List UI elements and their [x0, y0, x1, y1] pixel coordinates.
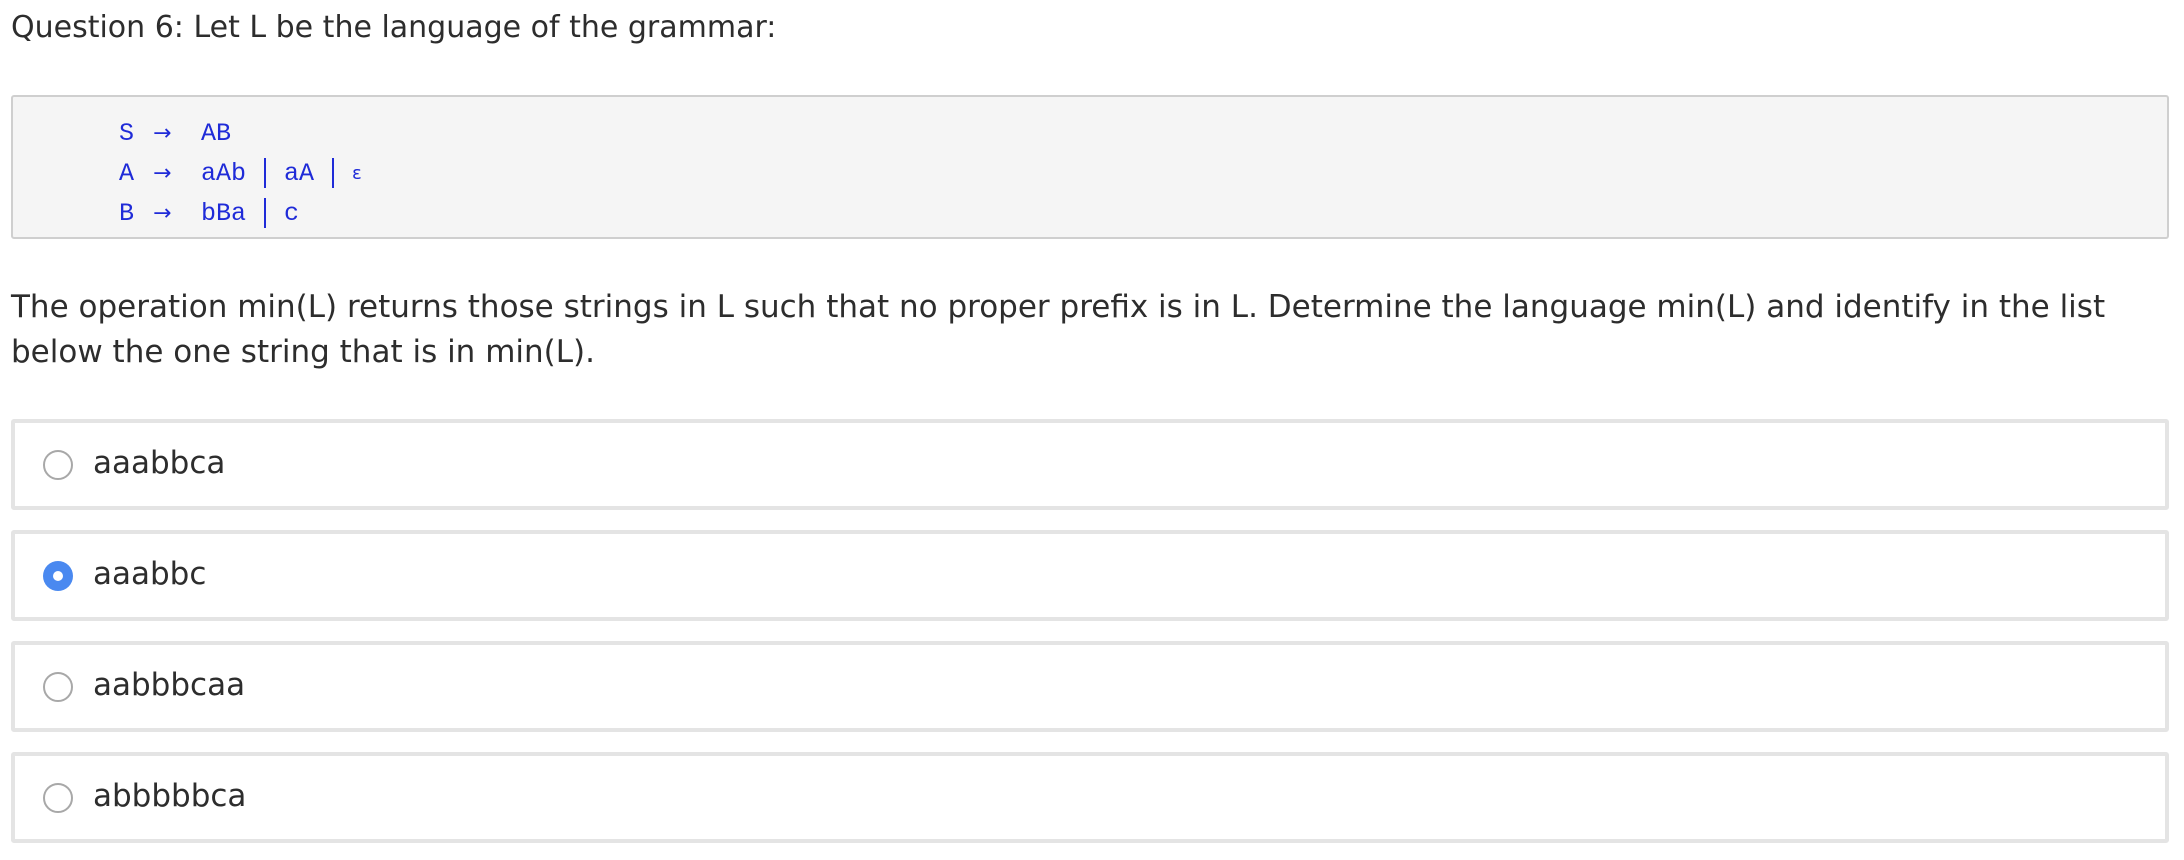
alternative-separator	[264, 158, 267, 188]
production-alternative: bBa	[201, 198, 247, 228]
arrow-icon: →	[153, 200, 172, 226]
answer-option-label: abbbbbca	[93, 778, 247, 814]
production-row: A → aAb aA ε	[119, 153, 362, 193]
answer-option-4[interactable]: abbbbbca	[11, 752, 2169, 843]
grammar-code-block: S → AB A → aAb aA ε B → bBa c	[11, 95, 2169, 239]
production-lhs: B	[119, 198, 135, 228]
production-alternative: aA	[284, 158, 315, 188]
radio-button[interactable]	[43, 672, 73, 702]
production-row: B → bBa c	[119, 193, 362, 233]
arrow-icon: →	[153, 160, 172, 186]
alternative-separator	[332, 158, 335, 188]
question-prompt: The operation min(L) returns those strin…	[11, 289, 2106, 370]
production-lhs: S	[119, 118, 135, 148]
answer-option-label: aabbbcaa	[93, 667, 246, 703]
arrow-icon: →	[153, 120, 172, 146]
answer-option-3[interactable]: aabbbcaa	[11, 641, 2169, 732]
grammar-productions: S → AB A → aAb aA ε B → bBa c	[119, 113, 362, 233]
radio-button[interactable]	[43, 783, 73, 813]
alternative-separator	[264, 198, 267, 228]
radio-button-selected[interactable]	[43, 561, 73, 591]
radio-button[interactable]	[43, 450, 73, 480]
production-lhs: A	[119, 158, 135, 188]
production-alternative-epsilon: ε	[352, 162, 362, 184]
question-title: Question 6: Let L be the language of the…	[11, 10, 777, 45]
production-alternative: c	[284, 198, 300, 228]
answer-option-2[interactable]: aaabbc	[11, 530, 2169, 621]
answer-option-label: aaabbc	[93, 556, 207, 592]
production-alternative: AB	[201, 118, 232, 148]
answer-option-1[interactable]: aaabbca	[11, 419, 2169, 510]
answer-option-label: aaabbca	[93, 445, 226, 481]
production-alternative: aAb	[201, 158, 247, 188]
production-row: S → AB	[119, 113, 362, 153]
